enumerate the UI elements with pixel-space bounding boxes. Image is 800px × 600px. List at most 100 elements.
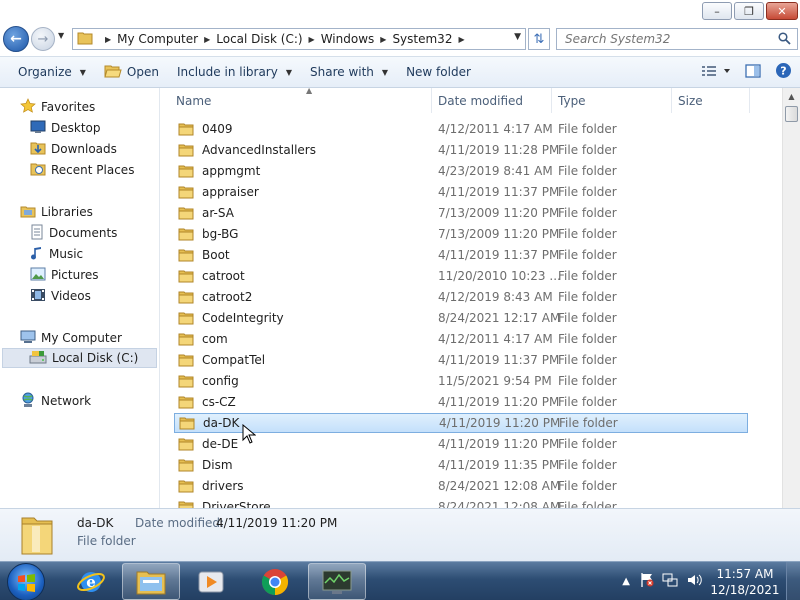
- table-row[interactable]: bg-BG 7/13/2009 11:20 PM File folder: [174, 224, 748, 244]
- nav-videos[interactable]: Videos: [30, 286, 91, 306]
- new-folder-button[interactable]: New folder: [397, 57, 480, 87]
- column-name[interactable]: Name ▲: [170, 88, 432, 113]
- table-row[interactable]: da-DK 4/11/2019 11:20 PM File folder: [174, 413, 748, 433]
- minimize-button[interactable]: –: [702, 2, 732, 20]
- search-box[interactable]: [556, 28, 798, 50]
- forward-button[interactable]: →: [31, 27, 55, 51]
- nav-local-disk[interactable]: Local Disk (C:): [2, 348, 157, 368]
- row-date-cell: 4/11/2019 11:37 PM: [438, 185, 560, 199]
- preview-pane-icon[interactable]: [745, 63, 761, 81]
- breadcrumb-windows[interactable]: Windows: [321, 32, 375, 46]
- vertical-scrollbar[interactable]: ▲: [782, 88, 800, 508]
- nav-documents[interactable]: Documents: [30, 223, 117, 243]
- show-desktop-button[interactable]: [786, 562, 800, 600]
- organize-button[interactable]: Organize ▼: [9, 57, 95, 87]
- scroll-thumb[interactable]: [785, 106, 798, 122]
- nav-network[interactable]: Network: [20, 391, 91, 411]
- volume-icon[interactable]: [686, 572, 704, 591]
- column-type[interactable]: Type: [552, 88, 672, 113]
- chevron-right-icon[interactable]: ▶: [458, 35, 464, 44]
- row-date-cell: 7/13/2009 11:20 PM: [438, 206, 560, 220]
- recent-pages-dropdown[interactable]: ▼: [58, 31, 64, 40]
- nav-computer-label: My Computer: [41, 331, 122, 345]
- include-in-library-button[interactable]: Include in library ▼: [168, 57, 301, 87]
- folder-icon: [178, 270, 194, 283]
- nav-my-computer[interactable]: My Computer: [20, 328, 122, 348]
- table-row[interactable]: catroot2 4/12/2019 8:43 AM File folder: [174, 287, 748, 307]
- row-date-cell: 4/11/2019 11:37 PM: [438, 353, 560, 367]
- nav-recent-places[interactable]: Recent Places: [30, 160, 134, 180]
- table-row[interactable]: CompatTel 4/11/2019 11:37 PM File folder: [174, 350, 748, 370]
- table-row[interactable]: 0409 4/12/2011 4:17 AM File folder: [174, 119, 748, 139]
- row-name-label: DriverStore: [202, 500, 271, 508]
- svg-text:?: ?: [780, 65, 786, 78]
- music-icon: [30, 245, 44, 264]
- nav-downloads[interactable]: Downloads: [30, 139, 117, 159]
- action-center-flag-icon[interactable]: [640, 572, 654, 591]
- folder-icon: [178, 480, 194, 493]
- nav-libraries[interactable]: Libraries: [20, 202, 93, 222]
- taskbar-explorer[interactable]: [122, 563, 180, 600]
- table-row[interactable]: CodeIntegrity 8/24/2021 12:17 AM File fold…: [174, 308, 748, 328]
- scroll-up-arrow-icon[interactable]: ▲: [783, 88, 800, 105]
- row-type-cell: File folder: [558, 185, 617, 199]
- row-name-cell: DriverStore: [178, 500, 271, 508]
- chevron-right-icon[interactable]: ▶: [380, 35, 386, 44]
- table-row[interactable]: DriverStore 8/24/2021 12:08 AM File folder: [174, 497, 748, 508]
- nav-pictures[interactable]: Pictures: [30, 265, 99, 285]
- nav-music[interactable]: Music: [30, 244, 83, 264]
- table-row[interactable]: drivers 8/24/2021 12:08 AM File folder: [174, 476, 748, 496]
- taskbar-diagnostic-app[interactable]: [308, 563, 366, 600]
- show-hidden-icons-icon[interactable]: ▲: [622, 576, 630, 587]
- close-button[interactable]: ✕: [766, 2, 798, 20]
- row-type-cell: File folder: [558, 311, 617, 325]
- open-button[interactable]: Open: [95, 57, 168, 87]
- column-date-modified[interactable]: Date modified: [432, 88, 552, 113]
- chevron-right-icon[interactable]: ▶: [105, 35, 111, 44]
- search-input[interactable]: [565, 32, 775, 46]
- table-row[interactable]: appmgmt 4/23/2019 8:41 AM File folder: [174, 161, 748, 181]
- share-with-button[interactable]: Share with ▼: [301, 57, 397, 87]
- table-row[interactable]: com 4/12/2011 4:17 AM File folder: [174, 329, 748, 349]
- row-name-label: ar-SA: [202, 206, 234, 220]
- table-row[interactable]: config 11/5/2021 9:54 PM File folder: [174, 371, 748, 391]
- refresh-button[interactable]: ⇅: [528, 28, 550, 50]
- chevron-right-icon[interactable]: ▶: [204, 35, 210, 44]
- address-history-dropdown[interactable]: ▼: [514, 32, 521, 42]
- taskbar-media-player[interactable]: [182, 563, 240, 600]
- breadcrumb-my-computer[interactable]: My Computer: [117, 32, 198, 46]
- breadcrumb-system32[interactable]: System32: [392, 32, 452, 46]
- column-type-label: Type: [558, 93, 586, 108]
- search-icon[interactable]: [778, 32, 791, 48]
- table-row[interactable]: Boot 4/11/2019 11:37 PM File folder: [174, 245, 748, 265]
- table-row[interactable]: de-DE 4/11/2019 11:20 PM File folder: [174, 434, 748, 454]
- column-size[interactable]: Size: [672, 88, 750, 113]
- nav-favorites[interactable]: Favorites: [20, 97, 95, 117]
- row-name-cell: CompatTel: [178, 353, 265, 367]
- clock[interactable]: 11:57 AM 12/18/2021: [708, 566, 782, 598]
- back-button[interactable]: ←: [3, 26, 29, 52]
- taskbar-internet-explorer[interactable]: e: [62, 563, 120, 600]
- table-row[interactable]: AdvancedInstallers 4/11/2019 11:28 PM File…: [174, 140, 748, 160]
- row-type-cell: File folder: [558, 458, 617, 472]
- taskbar-chrome[interactable]: [246, 563, 304, 600]
- maximize-button[interactable]: ❐: [734, 2, 764, 20]
- table-row[interactable]: appraiser 4/11/2019 11:37 PM File folder: [174, 182, 748, 202]
- nav-desktop[interactable]: Desktop: [30, 118, 101, 138]
- address-bar[interactable]: ▶ My Computer ▶ Local Disk (C:) ▶ Window…: [72, 28, 526, 50]
- table-row[interactable]: catroot 11/20/2010 10:23 ... File folder: [174, 266, 748, 286]
- open-label: Open: [126, 65, 159, 79]
- network-tray-icon[interactable]: [662, 572, 678, 591]
- help-icon[interactable]: ?: [775, 62, 792, 82]
- table-row[interactable]: cs-CZ 4/11/2019 11:20 PM File folder: [174, 392, 748, 412]
- start-button[interactable]: [7, 563, 45, 600]
- row-type-cell: File folder: [558, 227, 617, 241]
- view-options-icon[interactable]: [701, 64, 731, 81]
- nav-music-label: Music: [49, 247, 84, 261]
- breadcrumb-local-disk[interactable]: Local Disk (C:): [216, 32, 302, 46]
- chevron-right-icon[interactable]: ▶: [309, 35, 315, 44]
- row-type-cell: File folder: [558, 122, 617, 136]
- table-row[interactable]: Dism 4/11/2019 11:35 PM File folder: [174, 455, 748, 475]
- row-date-cell: 4/11/2019 11:28 PM: [438, 143, 560, 157]
- table-row[interactable]: ar-SA 7/13/2009 11:20 PM File folder: [174, 203, 748, 223]
